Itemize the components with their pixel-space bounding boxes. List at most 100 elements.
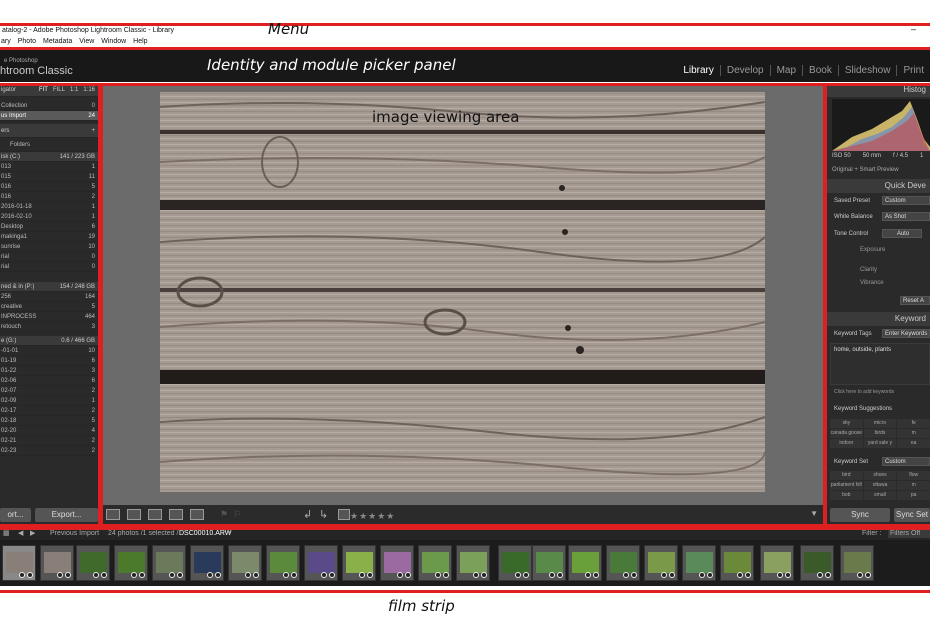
add-folder-button[interactable]: + bbox=[91, 124, 95, 137]
menu-library[interactable]: ary bbox=[1, 37, 11, 47]
keyword-suggestion[interactable]: yard sale y bbox=[863, 439, 897, 448]
module-map[interactable]: Map bbox=[771, 65, 804, 76]
folder-row[interactable]: 2016-02-10 1 bbox=[0, 212, 100, 222]
folder-row[interactable]: Desktop 6 bbox=[0, 222, 100, 232]
folder-row[interactable]: 02-17 2 bbox=[0, 406, 100, 416]
grid-view-icon[interactable] bbox=[106, 509, 120, 520]
filmstrip-thumbnail[interactable] bbox=[40, 545, 74, 581]
folder-row[interactable]: rial 0 bbox=[0, 252, 100, 262]
keyword-set-item[interactable]: parliament hill bbox=[830, 481, 863, 490]
keyword-set-select[interactable]: Custom bbox=[882, 457, 930, 466]
filmstrip-thumbnail[interactable] bbox=[456, 545, 490, 581]
toolbar-menu-chevron-icon[interactable]: ▼ bbox=[810, 509, 818, 518]
volume-p[interactable]: ned & in (P:) 154 / 248 GB bbox=[0, 282, 100, 292]
zoom-1-1[interactable]: 1:1 bbox=[70, 83, 78, 96]
import-button[interactable]: ort... bbox=[0, 508, 31, 522]
folder-row[interactable]: 01-19 6 bbox=[0, 356, 100, 366]
back-arrow-icon[interactable]: ◀ bbox=[18, 527, 23, 540]
minimize-button[interactable]: – bbox=[911, 23, 916, 35]
sync-settings-button[interactable]: Sync Set bbox=[894, 508, 930, 522]
filmstrip-thumbnail[interactable] bbox=[498, 545, 532, 581]
filmstrip-thumbnail[interactable] bbox=[114, 545, 148, 581]
zoom-fit[interactable]: FIT bbox=[39, 83, 48, 96]
folder-row[interactable]: 013 1 bbox=[0, 162, 100, 172]
filter-select[interactable]: Filters Off bbox=[888, 529, 930, 538]
keyword-suggestion[interactable]: fe bbox=[897, 419, 930, 428]
filmstrip-thumbnail[interactable] bbox=[304, 545, 338, 581]
star-rating[interactable]: ★★★★★ bbox=[350, 511, 395, 522]
keyword-suggestion[interactable]: indoor bbox=[830, 439, 863, 448]
volume-c[interactable]: isk (C:) 141 / 223 GB bbox=[0, 152, 100, 162]
zoom-fill[interactable]: FILL bbox=[53, 83, 65, 96]
filmstrip-thumbnail[interactable] bbox=[840, 545, 874, 581]
histogram-header[interactable]: Histog bbox=[824, 83, 930, 97]
compare-view-icon[interactable] bbox=[148, 509, 162, 520]
keyword-suggestion[interactable]: m bbox=[897, 429, 930, 438]
export-button[interactable]: Export... bbox=[35, 508, 98, 522]
folder-row[interactable]: 015 11 bbox=[0, 172, 100, 182]
rotate-left-icon[interactable]: ↲ bbox=[303, 508, 312, 521]
folder-row[interactable]: rial 0 bbox=[0, 262, 100, 272]
catalog-item-previous-import[interactable]: us Import 24 bbox=[0, 111, 100, 121]
menu-help[interactable]: Help bbox=[133, 37, 147, 47]
folder-row[interactable]: 256 164 bbox=[0, 292, 100, 302]
reset-all-button[interactable]: Reset A bbox=[900, 296, 930, 305]
loupe-view-icon[interactable] bbox=[127, 509, 141, 520]
folder-row[interactable]: 02-09 1 bbox=[0, 396, 100, 406]
folder-row[interactable]: makinga1 19 bbox=[0, 232, 100, 242]
quick-develop-header[interactable]: Quick Deve bbox=[824, 179, 930, 193]
keywords-textarea[interactable]: home, outside, plants bbox=[830, 343, 930, 385]
keyword-set-item[interactable]: small bbox=[863, 491, 897, 500]
keyword-set-item[interactable]: pa bbox=[897, 491, 930, 500]
sync-button[interactable]: Sync bbox=[830, 508, 890, 522]
auto-tone-button[interactable]: Auto bbox=[882, 229, 922, 238]
module-print[interactable]: Print bbox=[897, 65, 930, 76]
filmstrip-source[interactable]: Previous Import bbox=[50, 527, 99, 540]
filmstrip-thumbnail[interactable] bbox=[76, 545, 110, 581]
filmstrip-thumbnail[interactable] bbox=[266, 545, 300, 581]
volume-g[interactable]: e (G:) 0.6 / 466 GB bbox=[0, 336, 100, 346]
folder-row[interactable]: 01-22 3 bbox=[0, 366, 100, 376]
zoom-1-16[interactable]: 1:16 bbox=[83, 83, 95, 96]
filmstrip-thumbnail[interactable] bbox=[800, 545, 834, 581]
folders-header[interactable]: ers + bbox=[0, 124, 100, 138]
keyword-suggestion[interactable]: birds bbox=[863, 429, 897, 438]
navigator-header[interactable]: igator FIT FILL 1:1 1:16 bbox=[0, 83, 100, 97]
filmstrip-thumbnail[interactable] bbox=[380, 545, 414, 581]
folder-row[interactable]: 02-07 2 bbox=[0, 386, 100, 396]
filmstrip-thumbnail[interactable] bbox=[644, 545, 678, 581]
folder-row[interactable]: 016 5 bbox=[0, 182, 100, 192]
people-view-icon[interactable] bbox=[190, 509, 204, 520]
grid-toggle-icon[interactable]: ▦ bbox=[3, 527, 10, 540]
forward-arrow-icon[interactable]: ▶ bbox=[30, 527, 35, 540]
keyword-set-item[interactable]: m bbox=[897, 481, 930, 490]
filmstrip-thumbnail[interactable] bbox=[532, 545, 566, 581]
catalog-item[interactable]: Collection 0 bbox=[0, 101, 100, 111]
folder-row[interactable]: 02-23 2 bbox=[0, 446, 100, 456]
module-library[interactable]: Library bbox=[677, 65, 721, 76]
folder-row[interactable]: 2016-01-18 1 bbox=[0, 202, 100, 212]
keyword-set-item[interactable]: flow bbox=[897, 471, 930, 480]
menu-photo[interactable]: Photo bbox=[18, 37, 36, 47]
filmstrip-thumbnail[interactable] bbox=[568, 545, 602, 581]
filmstrip-thumbnail[interactable] bbox=[606, 545, 640, 581]
filmstrip-thumbnail[interactable] bbox=[418, 545, 452, 581]
folder-row[interactable]: retouch 3 bbox=[0, 322, 100, 332]
filmstrip-thumbnail[interactable] bbox=[2, 545, 36, 581]
keyword-suggestion[interactable]: canada goose bbox=[830, 429, 863, 438]
keyword-suggestion[interactable]: sky bbox=[830, 419, 863, 428]
filmstrip-thumbnail[interactable] bbox=[682, 545, 716, 581]
folder-row[interactable]: 016 2 bbox=[0, 192, 100, 202]
filmstrip-thumbnail[interactable] bbox=[760, 545, 794, 581]
add-keywords-field[interactable]: Click here to add keywords bbox=[834, 389, 894, 395]
module-book[interactable]: Book bbox=[803, 65, 839, 76]
survey-view-icon[interactable] bbox=[169, 509, 183, 520]
folders-filter-button[interactable]: Folders bbox=[0, 138, 100, 152]
folder-row[interactable]: INPROCESS 464 bbox=[0, 312, 100, 322]
filename-dropdown-icon[interactable]: ▾ bbox=[228, 527, 232, 540]
folder-row[interactable]: 02-06 6 bbox=[0, 376, 100, 386]
menu-window[interactable]: Window bbox=[101, 37, 126, 47]
menu-view[interactable]: View bbox=[79, 37, 94, 47]
keyword-set-item[interactable]: bob bbox=[830, 491, 863, 500]
keyword-set-item[interactable]: ottawa bbox=[863, 481, 897, 490]
